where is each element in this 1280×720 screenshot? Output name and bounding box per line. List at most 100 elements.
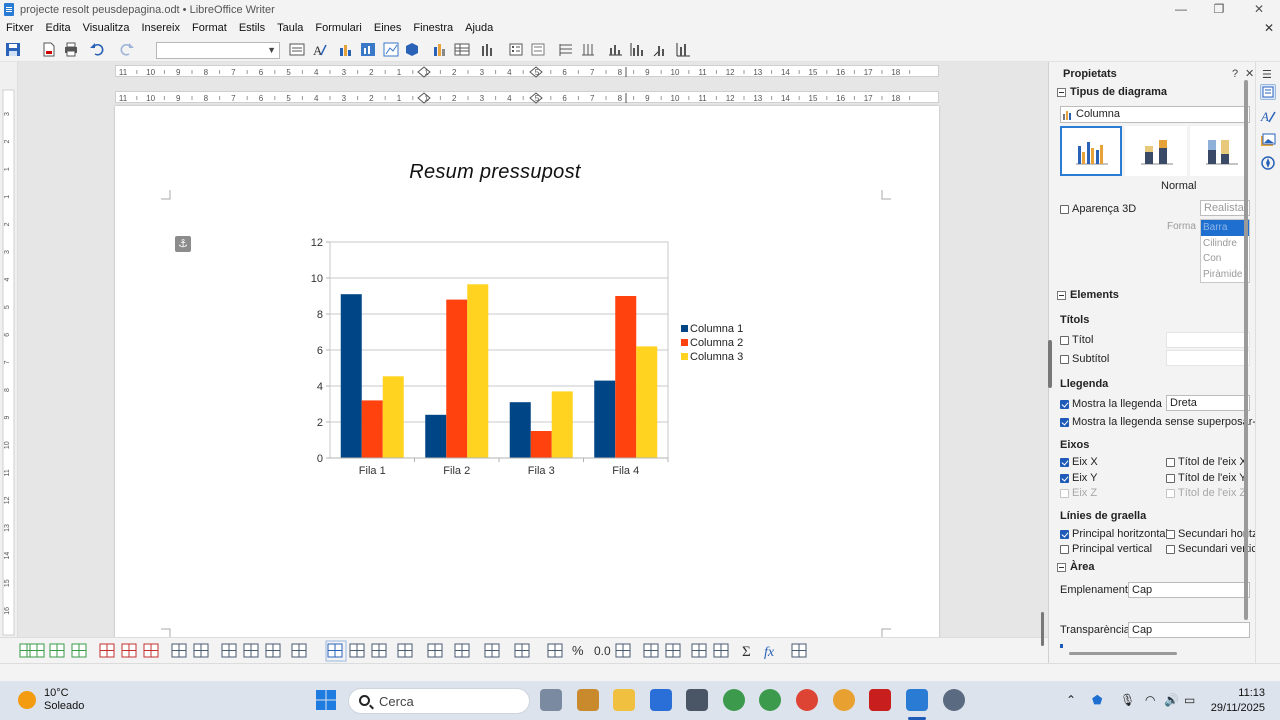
insert-columns-icon[interactable] (71, 643, 87, 658)
bar[interactable] (340, 294, 362, 458)
principal-vertical-checkbox[interactable]: Principal vertical (1060, 543, 1152, 555)
align-top-icon[interactable] (327, 643, 343, 658)
border-color-icon[interactable] (514, 643, 530, 658)
3d-view-icon[interactable] (404, 42, 420, 57)
close-window-button[interactable]: ✕ (1240, 0, 1278, 19)
paragraph-style-select[interactable]: ▼ (156, 42, 280, 59)
delete-columns-icon[interactable] (121, 643, 137, 658)
libreoffice-writer-taskbar-icon[interactable] (906, 689, 928, 711)
titol-eix-x-checkbox[interactable]: Títol de l'eix X (1166, 456, 1247, 468)
select-cell-icon[interactable] (171, 643, 187, 658)
bar[interactable] (382, 376, 404, 458)
sidebar-help-button[interactable]: ? (1232, 68, 1238, 80)
chrome-profile-2-icon[interactable] (796, 689, 818, 711)
clock[interactable]: 11:13 29/11/2025 (1210, 686, 1265, 716)
decimal-icon[interactable]: 0.0 (594, 644, 611, 658)
protect-cells-icon[interactable] (691, 643, 707, 658)
secundari-horitzontal-checkbox[interactable]: Secundari horitzontal (1166, 528, 1255, 540)
microphone-icon[interactable]: 🎙 (1120, 693, 1135, 707)
data-series-icon[interactable] (480, 42, 496, 57)
volume-icon[interactable]: 🔊 (1164, 693, 1179, 707)
bar[interactable] (615, 296, 637, 458)
styles-icon[interactable]: A (1260, 108, 1276, 124)
close-document-button[interactable]: ✕ (1264, 19, 1274, 37)
chart-area-icon[interactable] (360, 42, 376, 57)
checkbox[interactable] (1060, 544, 1069, 554)
undo-icon[interactable] (89, 42, 105, 57)
checkbox[interactable] (1060, 457, 1069, 467)
screen-recorder-icon[interactable] (943, 689, 965, 711)
horizontal-grid-icon[interactable] (558, 42, 574, 57)
data-table-icon[interactable] (454, 42, 470, 57)
horizontal-ruler-top[interactable]: 11 10 9 8 7 6 5 4 3 2 1 1 2 3 4 5 6 7 8 9 10 11 12 13 14 15 16 17 18 (115, 65, 939, 78)
bar[interactable] (425, 414, 447, 458)
aparenca-3d-checkbox[interactable]: Aparença 3D (1060, 203, 1136, 215)
chrome-profile-3-icon[interactable] (833, 689, 855, 711)
all-axes-icon[interactable] (675, 42, 691, 57)
fontwork-icon[interactable]: A (311, 42, 327, 57)
eix-x-checkbox[interactable]: Eix X (1060, 456, 1098, 468)
x-axis-icon[interactable] (607, 42, 623, 57)
gallery-icon[interactable] (1260, 132, 1276, 148)
y-axis-icon[interactable] (629, 42, 645, 57)
formula-icon[interactable]: fx (764, 645, 775, 660)
anchor-icon[interactable]: ⚓ (175, 236, 191, 252)
store-icon[interactable] (650, 689, 672, 711)
sidebar-close-button[interactable]: ✕ (1245, 67, 1254, 80)
delete-table-icon[interactable] (143, 643, 159, 658)
bar[interactable] (361, 400, 383, 458)
pdf-reader-icon[interactable] (869, 689, 891, 711)
area-section-header[interactable]: Àrea (1057, 561, 1094, 573)
bar[interactable] (551, 391, 573, 458)
chrome-icon[interactable] (723, 689, 745, 711)
bar[interactable] (636, 346, 658, 458)
table-properties-icon[interactable] (791, 643, 807, 658)
merge-cells-icon[interactable] (221, 643, 237, 658)
checkbox[interactable] (1166, 457, 1175, 467)
horizontal-ruler[interactable]: 11 10 9 8 7 6 5 4 3 2 1 1 2 3 4 5 6 7 8 9 10 11 12 13 14 15 16 17 18 (115, 91, 939, 104)
bar[interactable] (467, 284, 489, 458)
properties-icon[interactable] (1260, 84, 1276, 100)
taskbar-search[interactable]: Cerca (348, 688, 530, 714)
checkbox[interactable] (1060, 399, 1069, 409)
menu-finestra[interactable]: Finestra (407, 19, 459, 37)
menu-eines[interactable]: Eines (368, 19, 408, 37)
checkbox[interactable] (1060, 473, 1069, 483)
principal-horitzontal-checkbox[interactable]: Principal horitzontal (1060, 528, 1168, 540)
file-explorer-icon[interactable] (613, 689, 635, 711)
number-format-icon[interactable] (547, 643, 563, 658)
deck-menu-icon[interactable]: ☰ (1262, 68, 1272, 81)
bar[interactable] (446, 299, 468, 458)
titol-eix-y-checkbox[interactable]: Títol de l'eix Y (1166, 472, 1247, 484)
legend-on-off-icon[interactable] (508, 42, 524, 57)
menu-visualitza[interactable]: Visualitza (77, 19, 136, 37)
unprotect-cells-icon[interactable] (713, 643, 729, 658)
chart-type-select[interactable]: Columna (1060, 106, 1250, 123)
variant-percent-stacked[interactable] (1190, 126, 1248, 176)
legend-icon[interactable] (530, 42, 546, 57)
wifi-icon[interactable]: ◠ (1145, 693, 1155, 707)
date-format-icon[interactable] (615, 643, 631, 658)
menu-estils[interactable]: Estils (233, 19, 271, 37)
mostra-llegenda-checkbox[interactable]: Mostra la llegenda (1060, 398, 1162, 410)
align-bottom-icon[interactable] (371, 643, 387, 658)
battery-icon[interactable]: ▭ (1184, 693, 1195, 707)
menu-edita[interactable]: Edita (40, 19, 77, 37)
sort-icon[interactable] (665, 643, 681, 658)
sidebar-scrollbar[interactable] (1244, 80, 1248, 620)
paragraph-style-icon[interactable] (289, 42, 305, 57)
insert-chart-icon[interactable] (432, 42, 448, 57)
border-style-icon[interactable] (484, 643, 500, 658)
document-scrollbar[interactable] (1041, 612, 1044, 646)
bar[interactable] (530, 431, 552, 458)
checkbox[interactable] (1166, 529, 1175, 539)
sidebar-horizontal-scrollbar[interactable] (1069, 652, 1177, 655)
library-app-icon[interactable] (577, 689, 599, 711)
game-app-icon[interactable] (686, 689, 708, 711)
select-table-icon[interactable] (193, 643, 209, 658)
checkbox[interactable] (1060, 417, 1069, 427)
cell-background-icon[interactable] (397, 643, 413, 658)
chevron-up-icon[interactable]: ⌃ (1066, 693, 1076, 707)
delete-rows-icon[interactable] (99, 643, 115, 658)
autoformat-icon[interactable] (427, 643, 443, 658)
